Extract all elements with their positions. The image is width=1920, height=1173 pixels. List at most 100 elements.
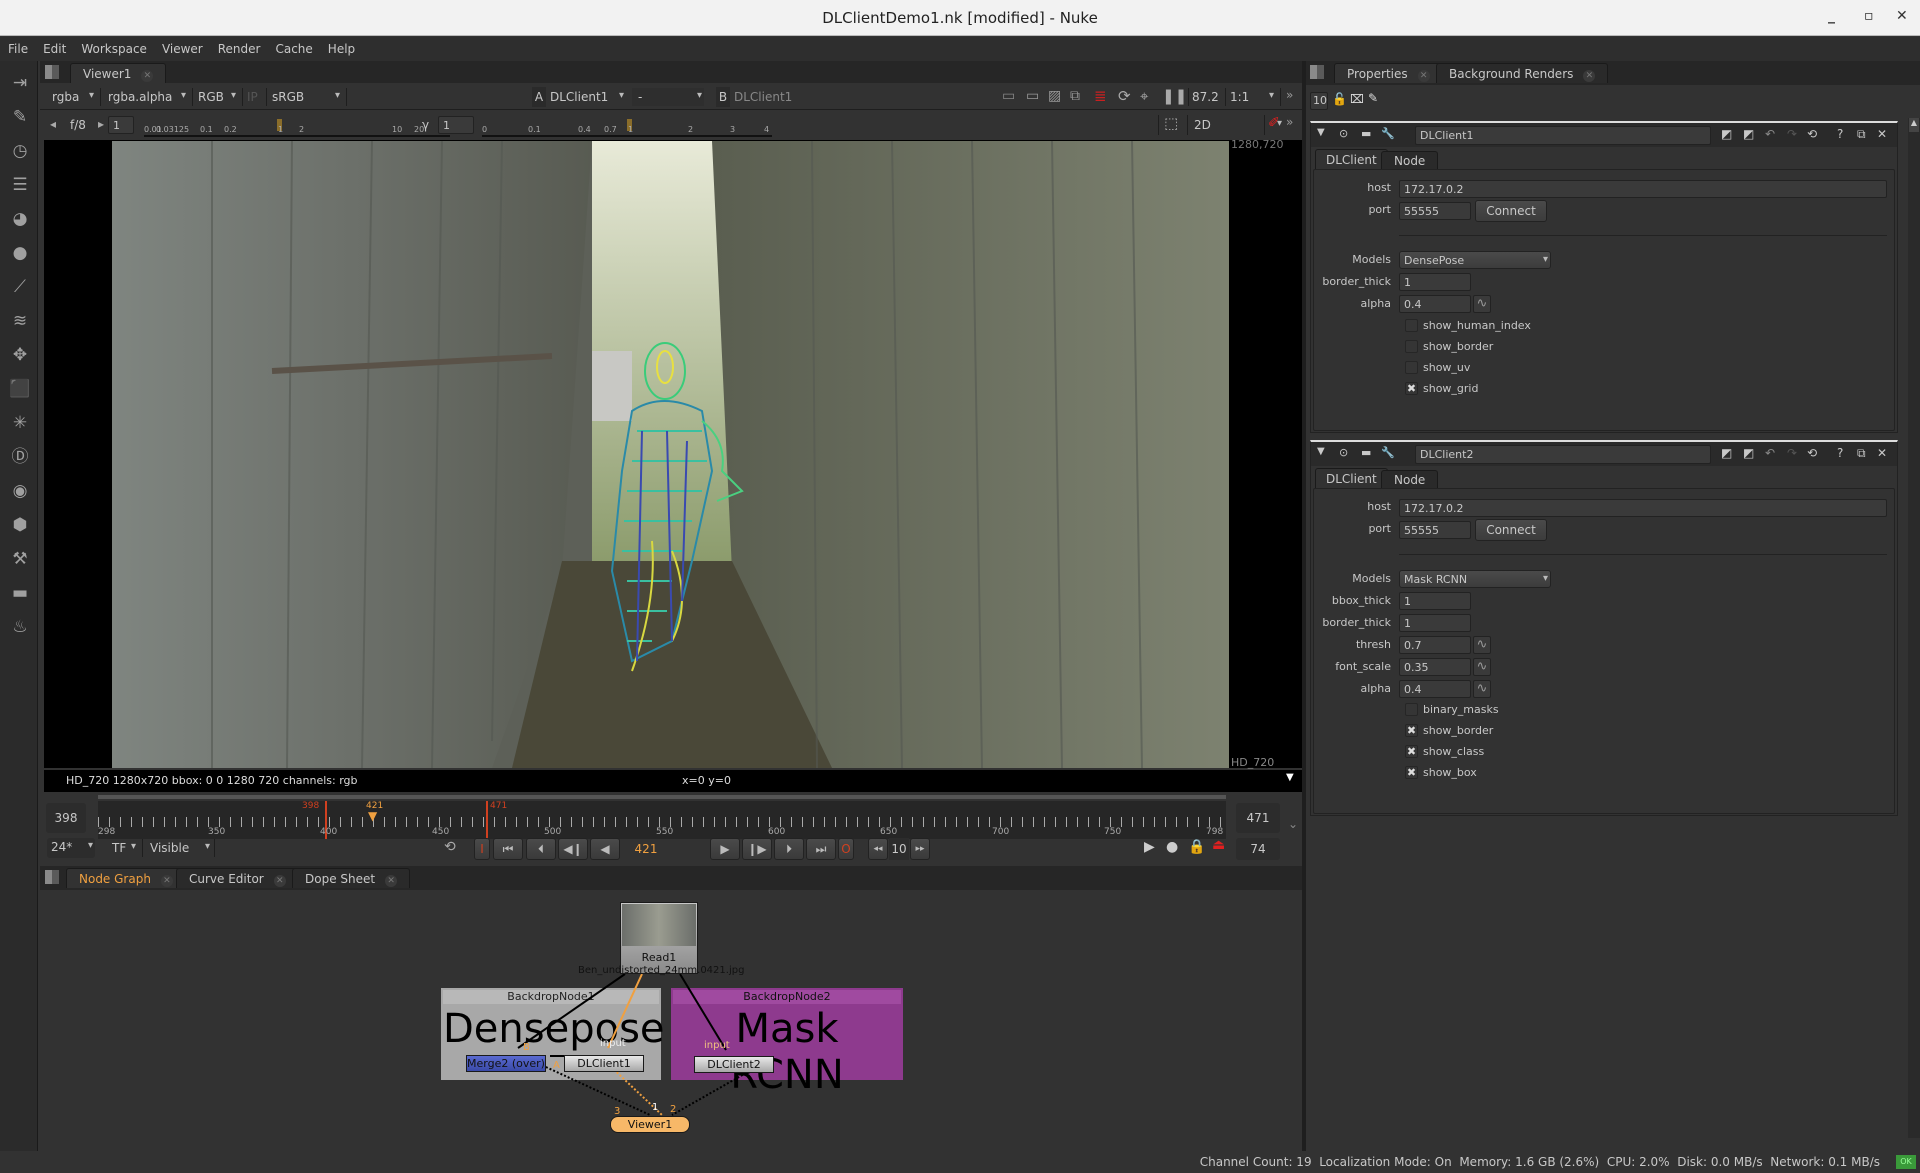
flipbook-icon[interactable]: ▶ bbox=[1144, 839, 1155, 855]
menu-viewer[interactable]: Viewer bbox=[154, 37, 210, 56]
tab-background-renders[interactable]: Background Renders ✕ bbox=[1436, 63, 1609, 83]
menu-help[interactable]: Help bbox=[320, 37, 362, 56]
properties-scrollbar[interactable]: ▲ bbox=[1908, 118, 1920, 1138]
expand-toolbar-icon[interactable]: » bbox=[1286, 88, 1293, 102]
show-human-index-checkbox[interactable] bbox=[1405, 319, 1418, 332]
audio-scrub-icon[interactable]: ⏏ bbox=[1212, 837, 1225, 853]
prev-keyframe-button[interactable]: ⏴ bbox=[526, 838, 556, 860]
lock-panel-icon[interactable]: 🔓 bbox=[1332, 92, 1347, 106]
port-field[interactable]: 55555 bbox=[1399, 521, 1471, 539]
node-graph-canvas[interactable]: BackdropNode1 Densepose BackdropNode2 Ma… bbox=[40, 890, 1302, 1152]
time-icon[interactable]: ◷ bbox=[8, 139, 32, 163]
undo-icon[interactable]: ↶ bbox=[1765, 127, 1775, 141]
tab-node[interactable]: Node bbox=[1381, 151, 1439, 169]
float-icon[interactable]: ⧉ bbox=[1857, 127, 1866, 142]
read-node[interactable]: Read1 bbox=[620, 902, 698, 974]
show-border-checkbox[interactable]: ✖ bbox=[1405, 724, 1418, 737]
bbox-thick-field[interactable]: 1 bbox=[1399, 592, 1471, 610]
gain-increase-icon[interactable]: ▸ bbox=[98, 117, 104, 131]
out-frame-field[interactable]: 471 bbox=[1236, 803, 1280, 833]
help-icon[interactable]: ? bbox=[1837, 446, 1843, 460]
models-dropdown[interactable]: DensePose bbox=[1399, 251, 1551, 269]
merge-icon[interactable]: ≋ bbox=[8, 309, 32, 333]
dlclient1-node[interactable]: DLClient1 bbox=[564, 1055, 644, 1072]
transform-icon[interactable]: ✥ bbox=[8, 343, 32, 367]
out-marker[interactable] bbox=[486, 801, 488, 839]
toolsets-icon[interactable]: ⚒ bbox=[8, 547, 32, 571]
refresh-icon[interactable]: ⟳ bbox=[1118, 87, 1131, 105]
channels-dropdown[interactable]: rgba bbox=[52, 88, 96, 106]
menu-file[interactable]: File bbox=[0, 37, 35, 56]
show-class-checkbox[interactable]: ✖ bbox=[1405, 745, 1418, 758]
thresh-field[interactable]: 0.7 bbox=[1399, 636, 1471, 654]
roi-icon[interactable]: ▭ bbox=[1002, 88, 1015, 104]
close-tab-icon[interactable]: ✕ bbox=[1417, 70, 1430, 82]
gain-decrease-icon[interactable]: ◂ bbox=[50, 117, 56, 131]
proxy-icon[interactable]: ⌖ bbox=[1140, 87, 1148, 105]
input-b-dropdown[interactable]: DLClient1 bbox=[734, 90, 792, 104]
3d-icon[interactable]: ⬛ bbox=[8, 377, 32, 401]
set-in-button[interactable]: I bbox=[474, 838, 490, 860]
expand-toolbar-2-icon[interactable]: » bbox=[1286, 115, 1293, 129]
close-button[interactable]: ✕ bbox=[1896, 8, 1908, 24]
input-a-dropdown[interactable]: DLClient1 bbox=[550, 88, 626, 106]
tab-dlclient[interactable]: DLClient bbox=[1315, 468, 1388, 488]
current-frame-field[interactable]: 421 bbox=[624, 838, 668, 860]
menu-workspace[interactable]: Workspace bbox=[73, 37, 154, 56]
other-icon[interactable]: ▬ bbox=[8, 581, 32, 605]
maximize-button[interactable]: ▫ bbox=[1864, 8, 1874, 24]
wrench-icon[interactable]: 🔧 bbox=[1381, 127, 1395, 140]
wrench-icon[interactable]: 🔧 bbox=[1381, 446, 1395, 459]
host-field[interactable]: 172.17.0.2 bbox=[1399, 499, 1887, 517]
ratio-dropdown[interactable]: 1:1 bbox=[1230, 88, 1276, 106]
set-out-button[interactable]: O bbox=[838, 838, 854, 860]
minimize-button[interactable]: _ bbox=[1828, 8, 1835, 24]
merge-mode-dropdown[interactable]: - bbox=[632, 88, 704, 106]
color-picker-icon[interactable]: ✐ bbox=[1268, 115, 1280, 131]
pause-icon[interactable]: ❚❚ bbox=[1162, 87, 1187, 105]
alpha-channel-dropdown[interactable]: rgba.alpha bbox=[108, 88, 188, 106]
tab-viewer1[interactable]: Viewer1 ✕ bbox=[70, 63, 167, 83]
ip-toggle[interactable]: IP bbox=[247, 90, 258, 104]
filter-icon[interactable]: ● bbox=[8, 241, 32, 265]
border-thick-field[interactable]: 1 bbox=[1399, 273, 1471, 291]
goto-end-button[interactable]: ⏭ bbox=[806, 838, 836, 860]
deep-icon[interactable]: Ⓓ bbox=[8, 445, 32, 469]
port-field[interactable]: 55555 bbox=[1399, 202, 1471, 220]
tab-properties[interactable]: Properties ✕ bbox=[1334, 63, 1443, 83]
next-keyframe-button[interactable]: ⏵ bbox=[774, 838, 804, 860]
show-box-checkbox[interactable]: ✖ bbox=[1405, 766, 1418, 779]
furnace-icon[interactable]: ♨ bbox=[8, 615, 32, 639]
alpha-field[interactable]: 0.4 bbox=[1399, 680, 1471, 698]
viewer-toggle-icon[interactable]: ⊙ bbox=[1339, 446, 1348, 459]
node-name-field[interactable]: DLClient1 bbox=[1415, 126, 1711, 145]
skip-back-button[interactable]: ◂◂ bbox=[868, 838, 888, 860]
playhead-icon[interactable]: ▼ bbox=[368, 809, 377, 823]
visible-dropdown[interactable]: Visible bbox=[150, 839, 212, 857]
merge-node[interactable]: Merge2 (over) bbox=[466, 1055, 546, 1072]
clipping-icon[interactable]: ≣ bbox=[1094, 87, 1107, 105]
in-frame-field[interactable]: 398 bbox=[46, 803, 86, 833]
node-color-icon[interactable]: ▬ bbox=[1361, 446, 1371, 459]
gain-field[interactable]: 1 bbox=[108, 116, 134, 134]
border-thick-field[interactable]: 1 bbox=[1399, 614, 1471, 632]
color-icon[interactable]: ◕ bbox=[8, 207, 32, 231]
gamma-slider[interactable]: 0 0.1 0.4 0.7 1 2 3 4 bbox=[482, 117, 772, 137]
menu-cache[interactable]: Cache bbox=[267, 37, 319, 56]
metadata-icon[interactable]: ⬢ bbox=[8, 513, 32, 537]
zoom-level[interactable]: 87.2 bbox=[1192, 90, 1219, 104]
connect-button[interactable]: Connect bbox=[1475, 519, 1547, 541]
show-grid-checkbox[interactable]: ✖ bbox=[1405, 382, 1418, 395]
timeline-expand-icon[interactable]: ⌄ bbox=[1288, 817, 1298, 831]
animation-curve-icon[interactable]: ∿ bbox=[1473, 295, 1491, 313]
tile-color-icon[interactable]: ◩ bbox=[1743, 446, 1754, 460]
lock-icon[interactable]: 🔒 bbox=[1188, 839, 1205, 855]
alpha-field[interactable]: 0.4 bbox=[1399, 295, 1471, 313]
font-scale-field[interactable]: 0.35 bbox=[1399, 658, 1471, 676]
info-expand-icon[interactable]: ▼ bbox=[1286, 772, 1294, 783]
gain-slider[interactable]: 0.01 0.03125 0.1 0.2 1 2 10 20 64 bbox=[144, 117, 450, 137]
fps-dropdown[interactable]: 24* bbox=[47, 838, 95, 858]
panel-splitter[interactable] bbox=[1302, 61, 1306, 1151]
help-icon[interactable]: ? bbox=[1837, 127, 1843, 141]
skip-forward-button[interactable]: ▸▸ bbox=[910, 838, 930, 860]
